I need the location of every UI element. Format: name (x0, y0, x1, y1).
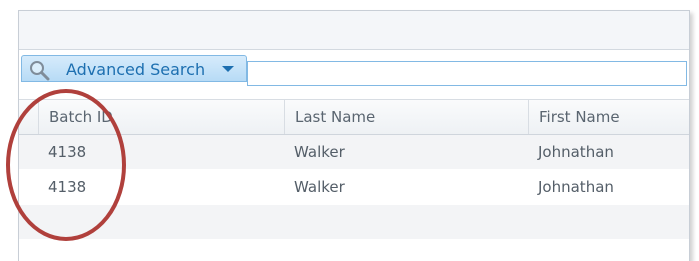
column-header-batch-id[interactable]: Batch ID (38, 100, 284, 134)
empty-grid-area (19, 205, 689, 239)
grid-header: Batch ID Last Name First Name (19, 99, 689, 135)
last-name-cell: Walker (294, 143, 345, 161)
table-row[interactable]: 4138 Walker Johnathan (19, 135, 689, 170)
row-selector-header[interactable] (19, 100, 38, 134)
results-panel: Advanced Search Batch ID Last Name First… (18, 10, 690, 261)
magnifier-icon (30, 61, 50, 81)
first-name-cell: Johnathan (538, 178, 614, 196)
batch-id-cell: 4138 (48, 143, 87, 161)
search-row: Advanced Search (19, 51, 689, 99)
results-grid: Batch ID Last Name First Name 4138 Walke… (19, 99, 689, 239)
search-input[interactable] (247, 61, 687, 86)
table-row[interactable]: 4138 Walker Johnathan (19, 170, 689, 205)
column-header-last-name[interactable]: Last Name (284, 100, 528, 134)
advanced-search-label: Advanced Search (66, 60, 206, 79)
advanced-search-button[interactable]: Advanced Search (21, 55, 247, 82)
first-name-cell: Johnathan (538, 143, 614, 161)
last-name-cell: Walker (294, 178, 345, 196)
caret-down-icon[interactable] (222, 66, 234, 72)
top-toolbar (19, 11, 689, 50)
column-header-first-name[interactable]: First Name (528, 100, 689, 134)
batch-id-cell: 4138 (48, 178, 87, 196)
screenshot-frame: Advanced Search Batch ID Last Name First… (0, 0, 699, 261)
